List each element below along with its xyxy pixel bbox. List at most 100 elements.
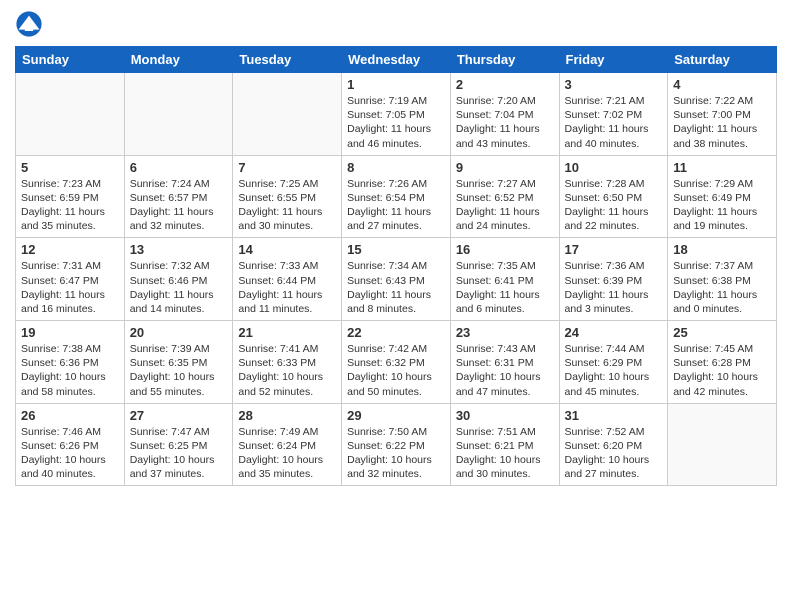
day-number: 11 [673,160,771,175]
day-number: 21 [238,325,336,340]
day-header-tuesday: Tuesday [233,47,342,73]
calendar-day-30: 30 Sunrise: 7:51 AM Sunset: 6:21 PM Dayli… [450,403,559,486]
day-info: Sunrise: 7:38 AM Sunset: 6:36 PM Dayligh… [21,342,119,399]
day-number: 28 [238,408,336,423]
day-header-thursday: Thursday [450,47,559,73]
day-number: 13 [130,242,228,257]
day-info: Sunrise: 7:47 AM Sunset: 6:25 PM Dayligh… [130,425,228,482]
calendar-week-row: 5Sunrise: 7:23 AM Sunset: 6:59 PM Daylig… [16,155,777,238]
day-info: Sunrise: 7:39 AM Sunset: 6:35 PM Dayligh… [130,342,228,399]
day-number: 6 [130,160,228,175]
day-info: Sunrise: 7:22 AM Sunset: 7:00 PM Dayligh… [673,94,771,151]
day-number: 1 [347,77,445,92]
day-number: 3 [565,77,663,92]
day-info: Sunrise: 7:45 AM Sunset: 6:28 PM Dayligh… [673,342,771,399]
calendar-week-row: 1Sunrise: 7:19 AM Sunset: 7:05 PM Daylig… [16,73,777,156]
day-number: 2 [456,77,554,92]
day-info: Sunrise: 7:31 AM Sunset: 6:47 PM Dayligh… [21,259,119,316]
day-number: 23 [456,325,554,340]
day-header-friday: Friday [559,47,668,73]
day-info: Sunrise: 7:26 AM Sunset: 6:54 PM Dayligh… [347,177,445,234]
calendar-day-23: 23 Sunrise: 7:43 AM Sunset: 6:31 PM Dayli… [450,321,559,404]
calendar-day-9: 9Sunrise: 7:27 AM Sunset: 6:52 PM Daylig… [450,155,559,238]
day-header-monday: Monday [124,47,233,73]
day-info: Sunrise: 7:20 AM Sunset: 7:04 PM Dayligh… [456,94,554,151]
calendar-day-24: 24 Sunrise: 7:44 AM Sunset: 6:29 PM Dayli… [559,321,668,404]
day-info: Sunrise: 7:43 AM Sunset: 6:31 PM Dayligh… [456,342,554,399]
page-container: SundayMondayTuesdayWednesdayThursdayFrid… [0,0,792,491]
day-number: 22 [347,325,445,340]
calendar-day-6: 6 Sunrise: 7:24 AM Sunset: 6:57 PM Daylig… [124,155,233,238]
day-info: Sunrise: 7:28 AM Sunset: 6:50 PM Dayligh… [565,177,663,234]
day-number: 12 [21,242,119,257]
calendar-day-1: 1Sunrise: 7:19 AM Sunset: 7:05 PM Daylig… [342,73,451,156]
day-header-sunday: Sunday [16,47,125,73]
calendar-day-26: 26 Sunrise: 7:46 AM Sunset: 6:26 PM Dayli… [16,403,125,486]
calendar-day-19: 19 Sunrise: 7:38 AM Sunset: 6:36 PM Dayli… [16,321,125,404]
calendar-day-7: 7Sunrise: 7:25 AM Sunset: 6:55 PM Daylig… [233,155,342,238]
calendar-day-15: 15 Sunrise: 7:34 AM Sunset: 6:43 PM Dayli… [342,238,451,321]
calendar-week-row: 12 Sunrise: 7:31 AM Sunset: 6:47 PM Dayli… [16,238,777,321]
day-info: Sunrise: 7:24 AM Sunset: 6:57 PM Dayligh… [130,177,228,234]
calendar-day-18: 18Sunrise: 7:37 AM Sunset: 6:38 PM Dayli… [668,238,777,321]
calendar-empty-cell [668,403,777,486]
day-info: Sunrise: 7:35 AM Sunset: 6:41 PM Dayligh… [456,259,554,316]
calendar-day-10: 10 Sunrise: 7:28 AM Sunset: 6:50 PM Dayli… [559,155,668,238]
day-number: 25 [673,325,771,340]
day-info: Sunrise: 7:27 AM Sunset: 6:52 PM Dayligh… [456,177,554,234]
day-info: Sunrise: 7:33 AM Sunset: 6:44 PM Dayligh… [238,259,336,316]
page-header [15,10,777,38]
day-info: Sunrise: 7:36 AM Sunset: 6:39 PM Dayligh… [565,259,663,316]
day-number: 10 [565,160,663,175]
day-number: 30 [456,408,554,423]
day-number: 26 [21,408,119,423]
day-number: 7 [238,160,336,175]
calendar-day-3: 3 Sunrise: 7:21 AM Sunset: 7:02 PM Daylig… [559,73,668,156]
calendar-day-29: 29Sunrise: 7:50 AM Sunset: 6:22 PM Dayli… [342,403,451,486]
day-number: 14 [238,242,336,257]
calendar-day-5: 5Sunrise: 7:23 AM Sunset: 6:59 PM Daylig… [16,155,125,238]
day-info: Sunrise: 7:32 AM Sunset: 6:46 PM Dayligh… [130,259,228,316]
calendar-empty-cell [233,73,342,156]
calendar-day-17: 17 Sunrise: 7:36 AM Sunset: 6:39 PM Dayli… [559,238,668,321]
day-number: 15 [347,242,445,257]
day-info: Sunrise: 7:44 AM Sunset: 6:29 PM Dayligh… [565,342,663,399]
day-number: 18 [673,242,771,257]
calendar-day-22: 22 Sunrise: 7:42 AM Sunset: 6:32 PM Dayli… [342,321,451,404]
calendar-empty-cell [124,73,233,156]
calendar-day-12: 12 Sunrise: 7:31 AM Sunset: 6:47 PM Dayli… [16,238,125,321]
day-number: 17 [565,242,663,257]
day-info: Sunrise: 7:34 AM Sunset: 6:43 PM Dayligh… [347,259,445,316]
calendar-day-14: 14 Sunrise: 7:33 AM Sunset: 6:44 PM Dayli… [233,238,342,321]
calendar-day-2: 2 Sunrise: 7:20 AM Sunset: 7:04 PM Daylig… [450,73,559,156]
calendar-day-11: 11Sunrise: 7:29 AM Sunset: 6:49 PM Dayli… [668,155,777,238]
day-info: Sunrise: 7:51 AM Sunset: 6:21 PM Dayligh… [456,425,554,482]
day-number: 20 [130,325,228,340]
day-header-saturday: Saturday [668,47,777,73]
day-number: 29 [347,408,445,423]
day-info: Sunrise: 7:46 AM Sunset: 6:26 PM Dayligh… [21,425,119,482]
calendar-day-8: 8Sunrise: 7:26 AM Sunset: 6:54 PM Daylig… [342,155,451,238]
day-number: 19 [21,325,119,340]
day-info: Sunrise: 7:41 AM Sunset: 6:33 PM Dayligh… [238,342,336,399]
logo [15,10,45,38]
day-info: Sunrise: 7:23 AM Sunset: 6:59 PM Dayligh… [21,177,119,234]
day-header-wednesday: Wednesday [342,47,451,73]
day-number: 24 [565,325,663,340]
day-number: 27 [130,408,228,423]
calendar-empty-cell [16,73,125,156]
logo-icon [15,10,43,38]
day-info: Sunrise: 7:42 AM Sunset: 6:32 PM Dayligh… [347,342,445,399]
calendar-day-27: 27 Sunrise: 7:47 AM Sunset: 6:25 PM Dayli… [124,403,233,486]
calendar-week-row: 19 Sunrise: 7:38 AM Sunset: 6:36 PM Dayli… [16,321,777,404]
day-info: Sunrise: 7:21 AM Sunset: 7:02 PM Dayligh… [565,94,663,151]
calendar-day-16: 16Sunrise: 7:35 AM Sunset: 6:41 PM Dayli… [450,238,559,321]
day-number: 4 [673,77,771,92]
calendar-day-13: 13 Sunrise: 7:32 AM Sunset: 6:46 PM Dayli… [124,238,233,321]
calendar-table: SundayMondayTuesdayWednesdayThursdayFrid… [15,46,777,486]
day-info: Sunrise: 7:52 AM Sunset: 6:20 PM Dayligh… [565,425,663,482]
calendar-day-31: 31 Sunrise: 7:52 AM Sunset: 6:20 PM Dayli… [559,403,668,486]
calendar-day-20: 20 Sunrise: 7:39 AM Sunset: 6:35 PM Dayli… [124,321,233,404]
day-number: 31 [565,408,663,423]
calendar-header-row: SundayMondayTuesdayWednesdayThursdayFrid… [16,47,777,73]
